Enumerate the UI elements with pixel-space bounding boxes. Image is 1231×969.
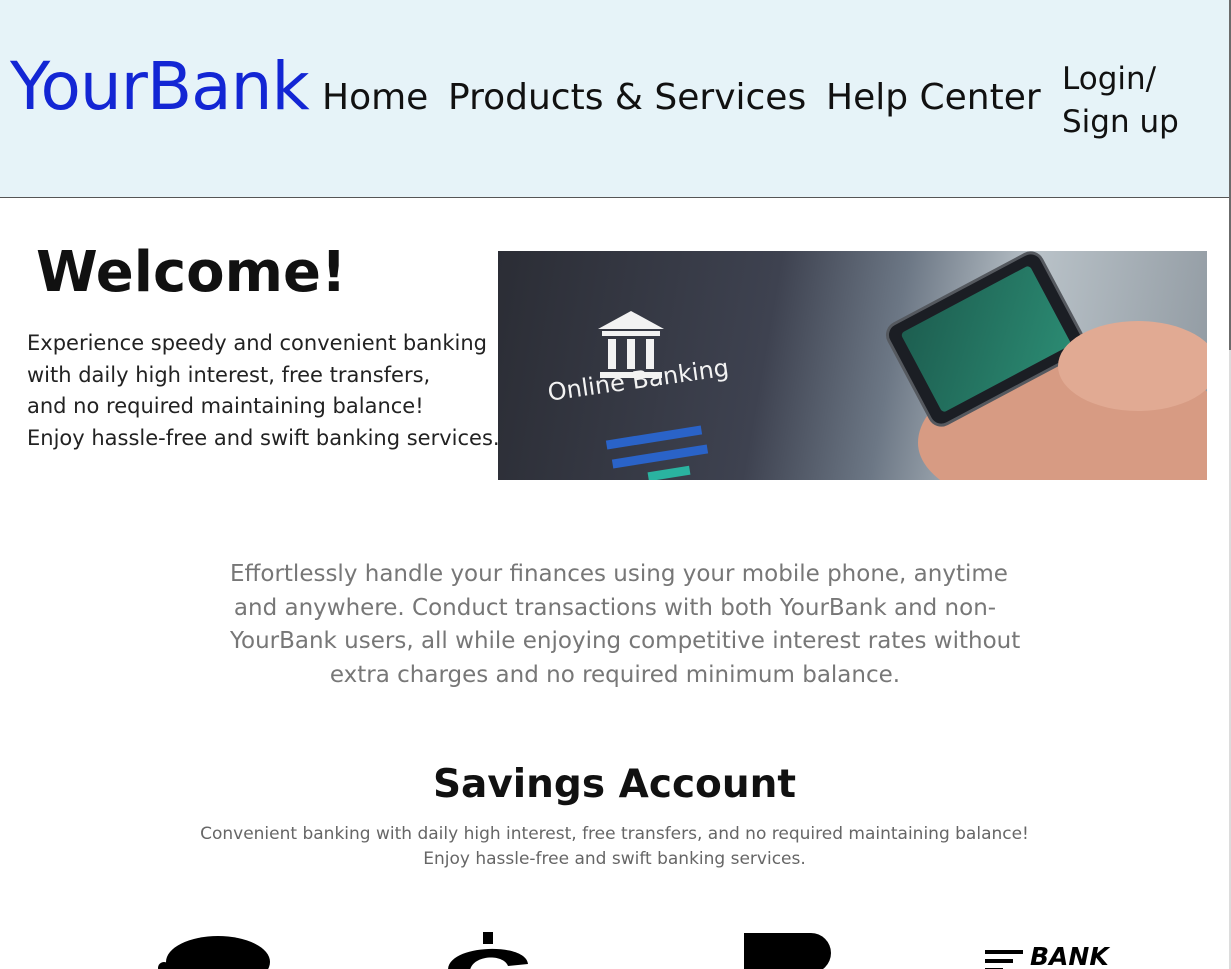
brand-logo[interactable]: YourBank [10,54,310,120]
savings-desc-line: Enjoy hassle-free and swift banking serv… [423,849,806,869]
welcome-line: with daily high interest, free transfers… [27,362,431,387]
savings-desc-line: Convenient banking with daily high inter… [200,824,1029,844]
welcome-line: Enjoy hassle-free and swift banking serv… [27,425,500,450]
intro-line: and anywhere. Conduct transactions with … [233,594,997,621]
welcome-heading: Welcome! [36,240,347,305]
welcome-line: Experience speedy and convenient banking [27,331,487,355]
p-shape-icon [744,933,831,969]
username-field-graphic [605,425,703,450]
hero-image-online-banking: Online Banking [498,251,1207,480]
signup-label: Sign up [1062,104,1179,140]
bank-logo-text: BANK [1030,942,1109,969]
feature-icons-row: BANK [0,930,1229,969]
site-header: YourBank Home Products & Services Help C… [0,0,1229,198]
login-label: Login/ [1062,61,1157,97]
nav-login-signup[interactable]: Login/ Sign up [1062,58,1179,144]
login-button-graphic [647,465,691,480]
intro-line: YourBank users, all while enjoying compe… [230,628,1021,654]
welcome-line: and no required maintaining balance! [27,394,424,418]
piggy-bank-icon [158,936,270,969]
nav-help-center[interactable]: Help Center [826,80,1041,116]
menu-lines-graphic [985,950,1023,969]
savings-account-description: Convenient banking with daily high inter… [0,822,1229,872]
nav-home[interactable]: Home [322,80,428,116]
finger-shape [1058,321,1207,411]
welcome-description: Experience speedy and convenient banking… [27,328,500,454]
nav-products-services[interactable]: Products & Services [448,80,806,116]
savings-account-heading: Savings Account [432,762,797,807]
intro-paragraph: Effortlessly handle your finances using … [230,558,1021,692]
dollar-icon [448,932,528,969]
password-field-graphic [611,444,709,469]
intro-line: extra charges and no required minimum ba… [329,661,901,688]
intro-line: Effortlessly handle your finances using … [230,561,1008,587]
